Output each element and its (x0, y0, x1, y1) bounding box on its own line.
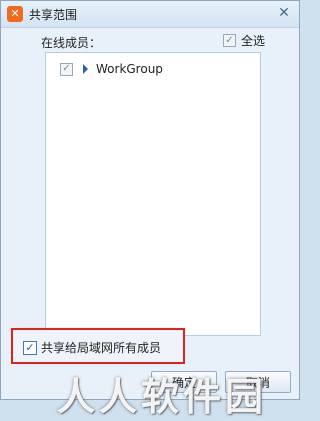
close-button[interactable]: ✕ (277, 6, 291, 20)
share-lan-row[interactable]: ✓ 共享给局域网所有成员 (23, 339, 161, 356)
online-members-label: 在线成员： (41, 36, 102, 50)
share-lan-checkbox[interactable]: ✓ (23, 340, 37, 355)
app-logo-icon: ✕ (7, 6, 23, 22)
ok-button[interactable]: 确定 (151, 371, 217, 393)
title-bar: ✕ 共享范围 ✕ (1, 1, 299, 28)
select-all-checkbox[interactable]: ✓ (223, 34, 236, 47)
member-list: ✓ WorkGroup (45, 52, 261, 336)
list-item[interactable]: ✓ WorkGroup (60, 62, 163, 76)
share-lan-label: 共享给局域网所有成员 (41, 341, 162, 355)
workgroup-checkbox[interactable]: ✓ (60, 62, 73, 76)
select-all-label: 全选 (241, 34, 266, 48)
window-title: 共享范围 (29, 8, 78, 22)
cancel-button[interactable]: 取消 (225, 371, 291, 393)
select-all-option[interactable]: ✓ 全选 (223, 32, 265, 49)
share-lan-option: ✓ 共享给局域网所有成员 (11, 328, 185, 364)
dialog-content: 在线成员： ✓ 全选 ✓ WorkGroup ✓ 共享给局域网所有成员 确定 取… (1, 28, 299, 419)
workgroup-label: WorkGroup (96, 62, 163, 76)
share-scope-dialog: ✕ 共享范围 ✕ 在线成员： ✓ 全选 ✓ WorkGroup ✓ 共享给局域网… (0, 0, 300, 419)
expand-arrow-icon[interactable] (83, 64, 88, 74)
